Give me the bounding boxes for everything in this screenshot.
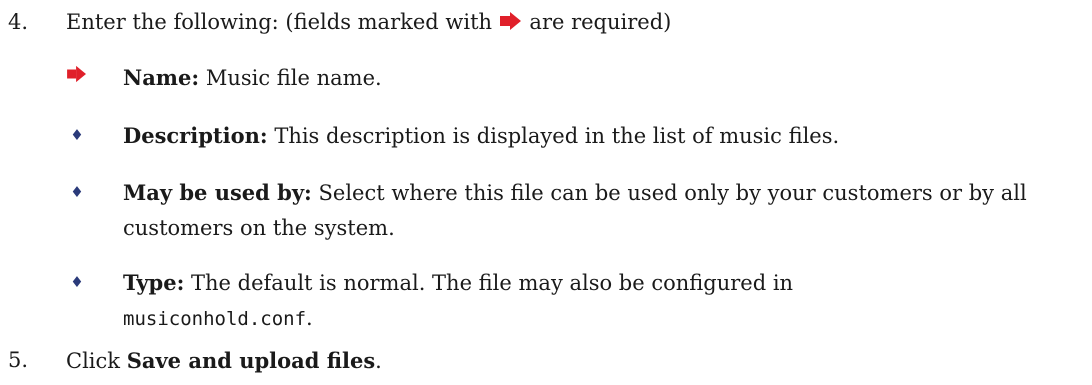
field-description: Name: Music file name. bbox=[123, 60, 1083, 96]
field-label: Type: bbox=[123, 270, 185, 295]
field-label: May be used by: bbox=[123, 180, 312, 205]
step-number: 5. bbox=[8, 348, 29, 372]
field-item-description: ♦ Description: This description is displ… bbox=[0, 118, 1092, 153]
field-label: Description: bbox=[123, 123, 268, 148]
required-arrow-icon bbox=[499, 11, 523, 31]
diamond-bullet-icon: ♦ bbox=[70, 126, 84, 144]
step-4: 4. Enter the following: (fields marked w… bbox=[0, 10, 1092, 40]
field-description: Description: This description is display… bbox=[123, 118, 1083, 154]
field-text: Music file name. bbox=[205, 66, 382, 90]
step-number: 4. bbox=[8, 10, 29, 34]
field-text-after: . bbox=[306, 306, 313, 330]
field-text: The default is normal. The file may also… bbox=[191, 271, 794, 295]
field-label: Name: bbox=[123, 65, 200, 90]
step-text: Click Save and upload files. bbox=[66, 348, 382, 373]
field-item-type: ♦ Type: The default is normal. The file … bbox=[0, 265, 1092, 335]
field-text: This description is displayed in the lis… bbox=[274, 124, 840, 148]
save-and-upload-label: Save and upload files bbox=[126, 348, 376, 373]
field-item-may-be-used-by: ♦ May be used by: Select where this file… bbox=[0, 175, 1092, 245]
field-description: May be used by: Select where this file c… bbox=[123, 175, 1083, 246]
step-text-after: . bbox=[375, 349, 382, 373]
step-text-after: are required) bbox=[529, 10, 672, 34]
field-description: Type: The default is normal. The file ma… bbox=[123, 265, 903, 337]
field-item-name: Name: Music file name. bbox=[0, 60, 1092, 95]
step-text-before: Enter the following: (fields marked with bbox=[66, 10, 493, 34]
diamond-bullet-icon: ♦ bbox=[70, 273, 84, 291]
step-text-before: Click bbox=[66, 349, 120, 373]
required-arrow-icon bbox=[66, 64, 88, 88]
step-5: 5. Click Save and upload files. bbox=[0, 348, 1092, 378]
config-filename: musiconhold.conf bbox=[123, 308, 307, 330]
diamond-bullet-icon: ♦ bbox=[70, 183, 84, 201]
step-text: Enter the following: (fields marked with… bbox=[66, 10, 671, 34]
